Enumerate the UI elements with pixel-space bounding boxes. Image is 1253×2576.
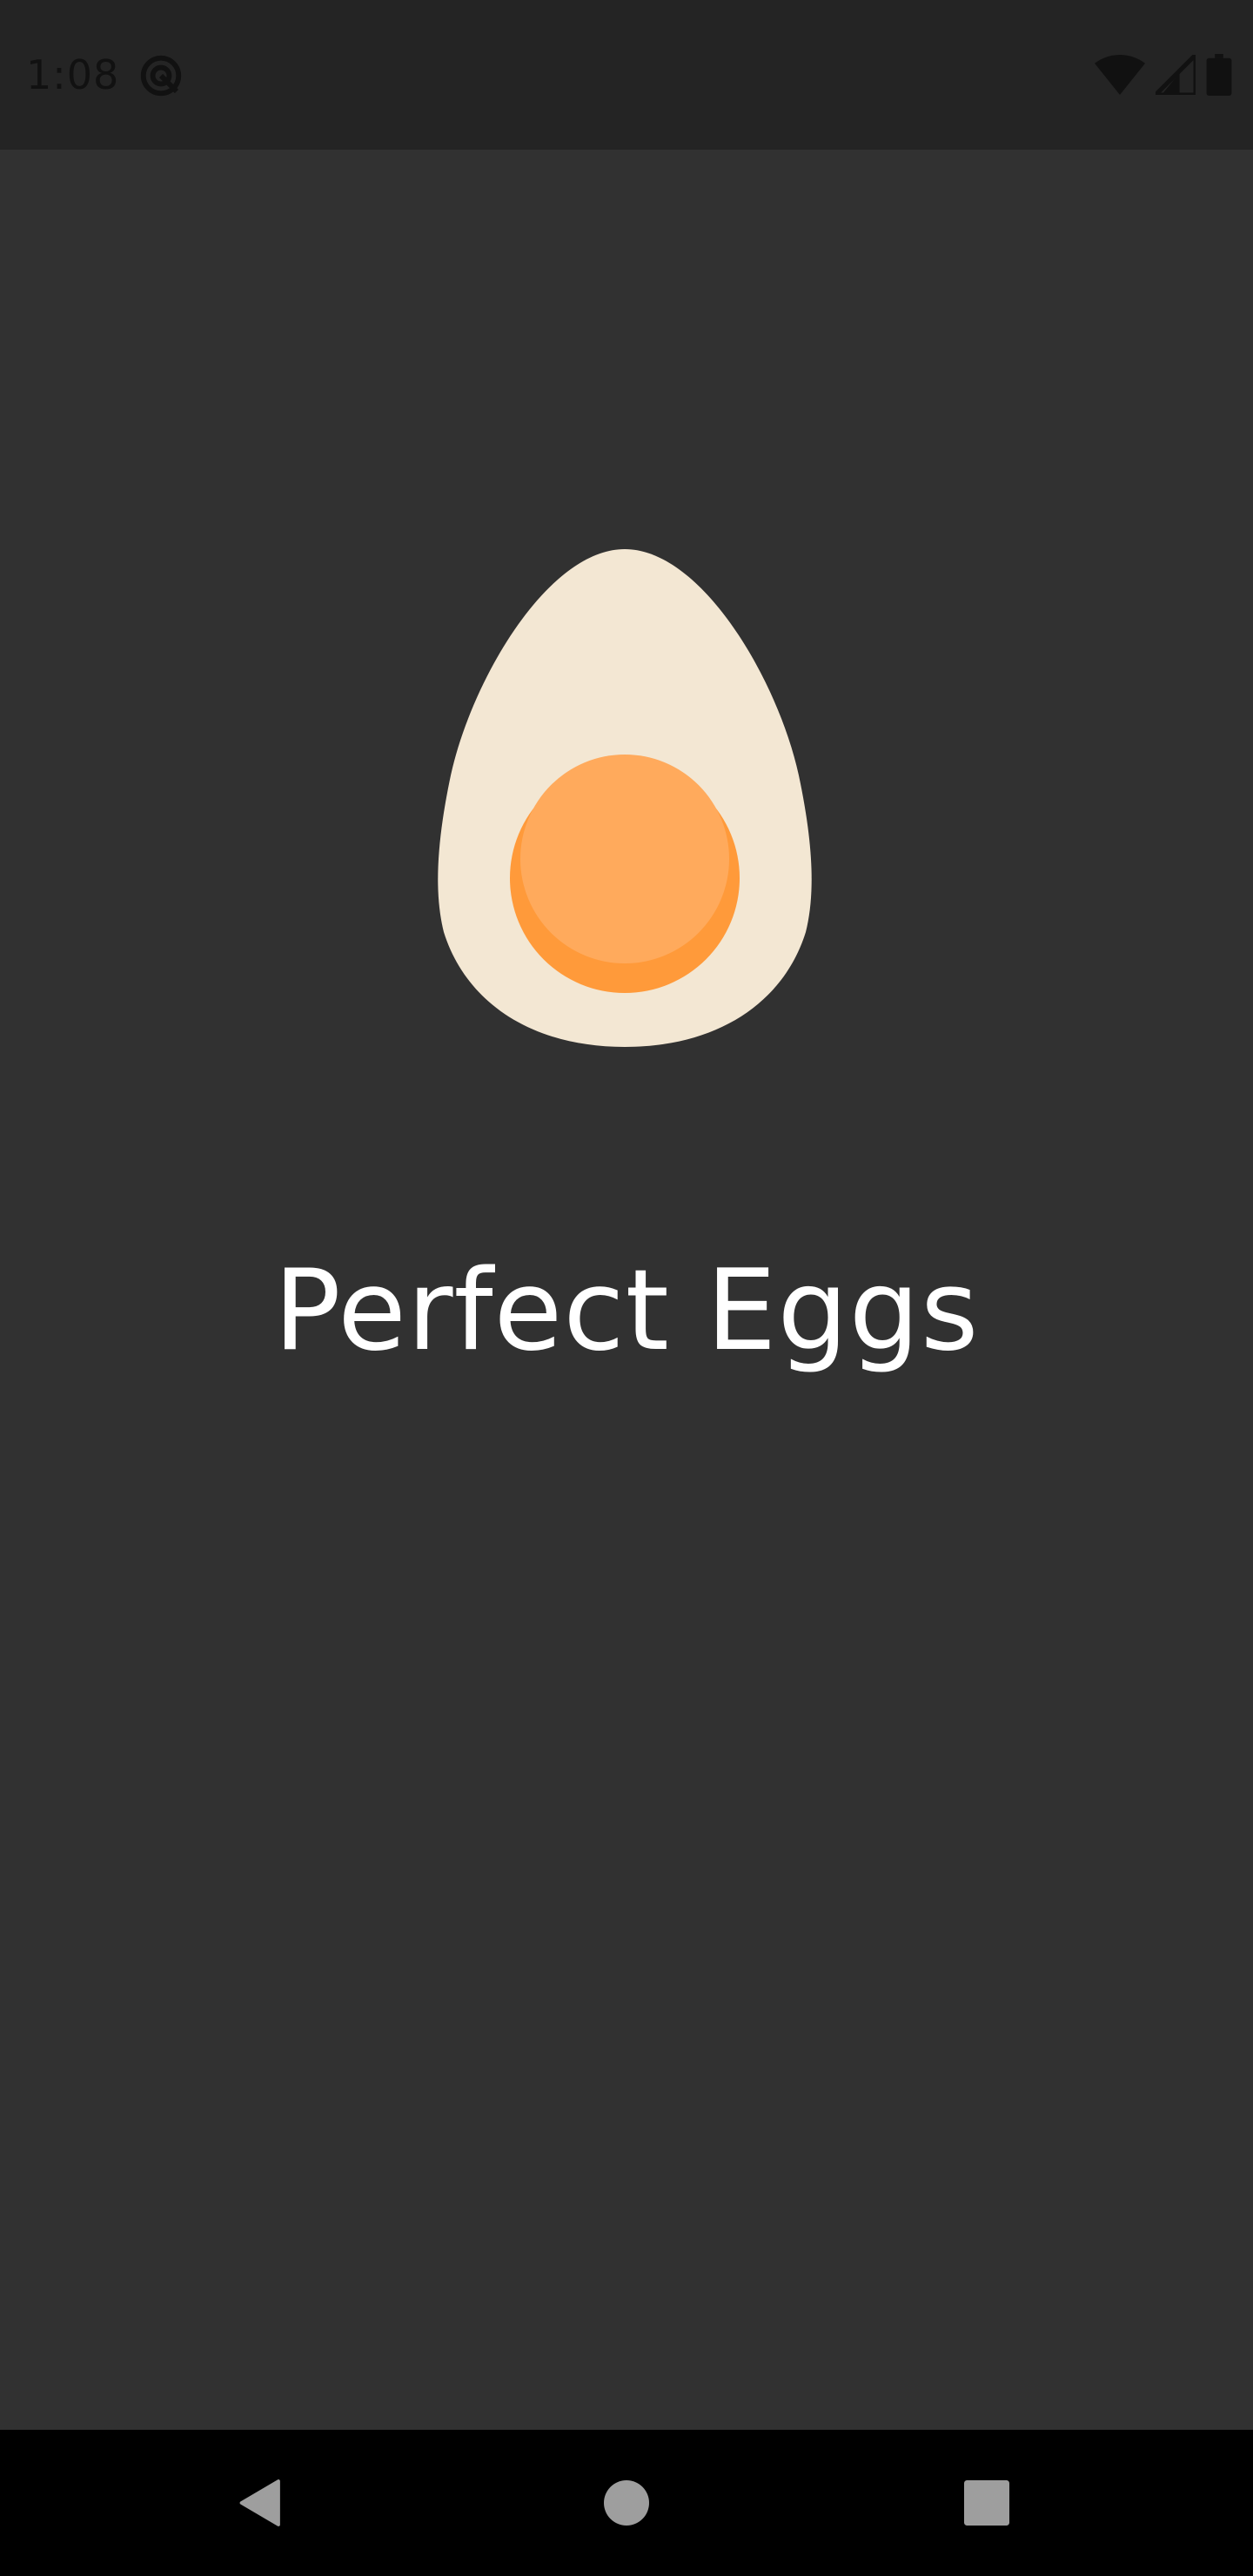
back-triangle-icon	[239, 2479, 280, 2526]
recents-button[interactable]	[943, 2459, 1030, 2546]
app-screen: 1:08 Perfect Eggs	[0, 0, 1253, 2576]
cell-signal-icon	[1156, 55, 1196, 95]
splash-content: Perfect Eggs	[0, 150, 1253, 2430]
battery-icon	[1206, 54, 1232, 96]
home-circle-icon	[604, 2480, 649, 2526]
sync-icon	[140, 55, 182, 97]
app-title: Perfect Eggs	[273, 1246, 980, 1376]
status-icons	[1084, 52, 1232, 97]
back-button[interactable]	[218, 2459, 305, 2546]
status-bar: 1:08	[0, 0, 1253, 150]
home-button[interactable]	[583, 2459, 670, 2546]
boiled-egg-icon	[438, 549, 812, 1047]
navigation-bar	[0, 2430, 1253, 2576]
status-time: 1:08	[26, 51, 120, 98]
recents-square-icon	[964, 2480, 1009, 2526]
wifi-icon	[1095, 55, 1145, 95]
